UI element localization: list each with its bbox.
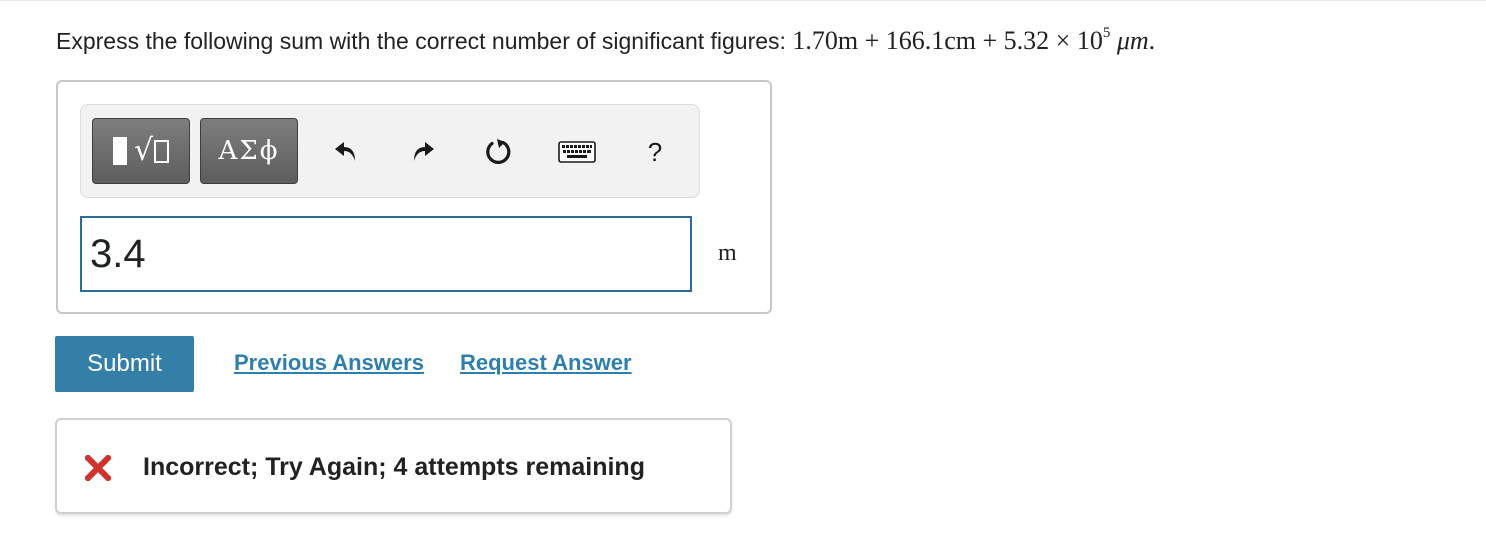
reset-button[interactable] [479,135,519,169]
redo-icon [414,142,434,161]
answer-input[interactable]: 3.4 [80,216,692,292]
undo-button[interactable] [326,135,366,169]
feedback-box: Incorrect; Try Again; 4 attempts remaini… [55,418,732,514]
request-answer-link[interactable]: Request Answer [460,350,632,376]
incorrect-x-icon [85,455,111,481]
plus-sign-2: + [982,26,998,55]
previous-answers-link[interactable]: Previous Answers [234,350,424,376]
redo-button[interactable] [403,135,443,169]
keyboard-icon [558,141,596,163]
symbols-label: ΑΣϕ [218,136,280,166]
term-3-exponent: 5 [1102,25,1111,42]
term-3-coefficient: 5.32 [1003,26,1050,55]
undo-icon [335,142,355,161]
templates-button[interactable]: √ [92,118,190,184]
box-glyph [154,139,170,163]
sqrt-glyph: √ [133,133,154,168]
term-2: 166.1cm [885,26,976,55]
answer-value: 3.4 [90,231,146,276]
question-end: . [1148,26,1156,55]
times-sign: × [1055,26,1071,55]
top-divider [0,0,1486,1]
question-prompt: Express the following sum with the corre… [56,28,786,54]
keyboard-button[interactable] [557,135,597,169]
symbols-button[interactable]: ΑΣϕ [200,118,298,184]
help-label: ? [647,136,663,167]
term-3-unit: μm [1116,26,1149,55]
math-toolbar: √ ΑΣϕ ? [80,104,700,198]
question-math: 1.70m + 166.1cm + 5.32 × 105 μm. [792,25,1156,55]
templates-sqrt-icon [112,137,127,165]
question-text: Express the following sum with the corre… [56,25,1156,56]
submit-button[interactable]: Submit [55,336,194,392]
feedback-message: Incorrect; Try Again; 4 attempts remaini… [143,453,645,481]
term-1: 1.70m [792,26,859,55]
reset-icon [486,139,511,164]
answer-panel: √ ΑΣϕ ? 3.4 m [56,80,772,314]
plus-sign-1: + [864,26,880,55]
answer-unit: m [718,240,737,266]
help-button[interactable]: ? [635,135,675,169]
term-3-base: 10 [1076,26,1103,55]
